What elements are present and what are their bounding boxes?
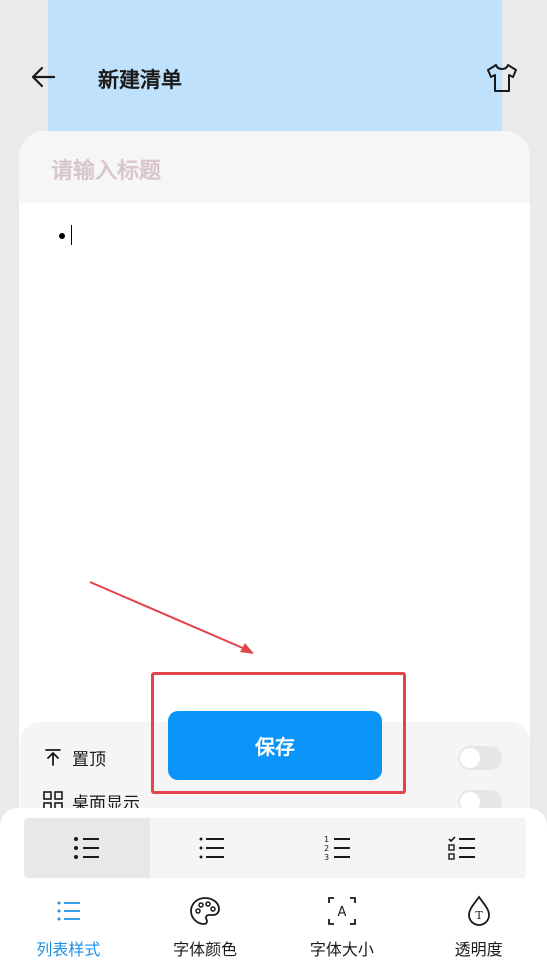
pin-top-toggle[interactable] — [458, 746, 502, 770]
page-title: 新建清单 — [98, 68, 182, 92]
tab-list-style-label: 列表样式 — [36, 940, 101, 959]
arrow-left-icon — [31, 66, 56, 88]
tab-font-size[interactable]: A 字体大小 — [274, 894, 411, 964]
text-caret — [71, 225, 72, 245]
tab-bar: 列表样式 字体颜色 A 字体大小 T 透明度 — [0, 894, 547, 964]
style-checklist[interactable] — [401, 818, 527, 878]
list-editor[interactable] — [19, 203, 530, 763]
bullet-dot — [59, 233, 65, 239]
svg-text:3: 3 — [324, 853, 329, 862]
svg-text:T: T — [475, 909, 483, 922]
tab-font-size-label: 字体大小 — [309, 940, 374, 959]
svg-text:A: A — [337, 905, 346, 920]
pin-top-icon — [45, 749, 61, 766]
pin-top-option[interactable]: 置顶 — [42, 742, 106, 772]
tab-font-color[interactable]: 字体颜色 — [137, 894, 274, 964]
dot-list-icon — [199, 837, 225, 859]
back-button[interactable] — [28, 62, 68, 94]
pin-top-label: 置顶 — [72, 749, 106, 770]
style-numbered-list[interactable]: 1 2 3 — [275, 818, 401, 878]
svg-text:1: 1 — [324, 835, 329, 844]
numbered-list-icon: 1 2 3 — [324, 835, 350, 862]
palette-icon — [190, 897, 221, 925]
tab-opacity[interactable]: T 透明度 — [410, 894, 547, 964]
top-bar: 新建清单 — [0, 48, 547, 108]
save-button[interactable]: 保存 — [168, 711, 382, 780]
font-size-icon: A — [327, 897, 356, 925]
tab-font-color-label: 字体颜色 — [173, 940, 238, 959]
style-bullet-list[interactable] — [24, 818, 150, 878]
list-style-selector: 1 2 3 — [24, 818, 526, 878]
title-input[interactable]: 请输入标题 — [19, 131, 530, 203]
tshirt-icon — [487, 64, 517, 92]
bottom-panel: 1 2 3 列表样式 字体颜色 A 字体大小 T 透明度 — [0, 808, 547, 968]
bullet-list-icon — [73, 837, 99, 859]
list-style-icon — [57, 901, 81, 921]
svg-text:2: 2 — [324, 844, 329, 853]
style-dot-list[interactable] — [150, 818, 276, 878]
tab-list-style[interactable]: 列表样式 — [0, 894, 137, 964]
tab-opacity-label: 透明度 — [454, 940, 503, 959]
opacity-icon: T — [467, 895, 490, 926]
theme-button[interactable] — [484, 60, 520, 96]
checklist-icon — [448, 836, 476, 860]
